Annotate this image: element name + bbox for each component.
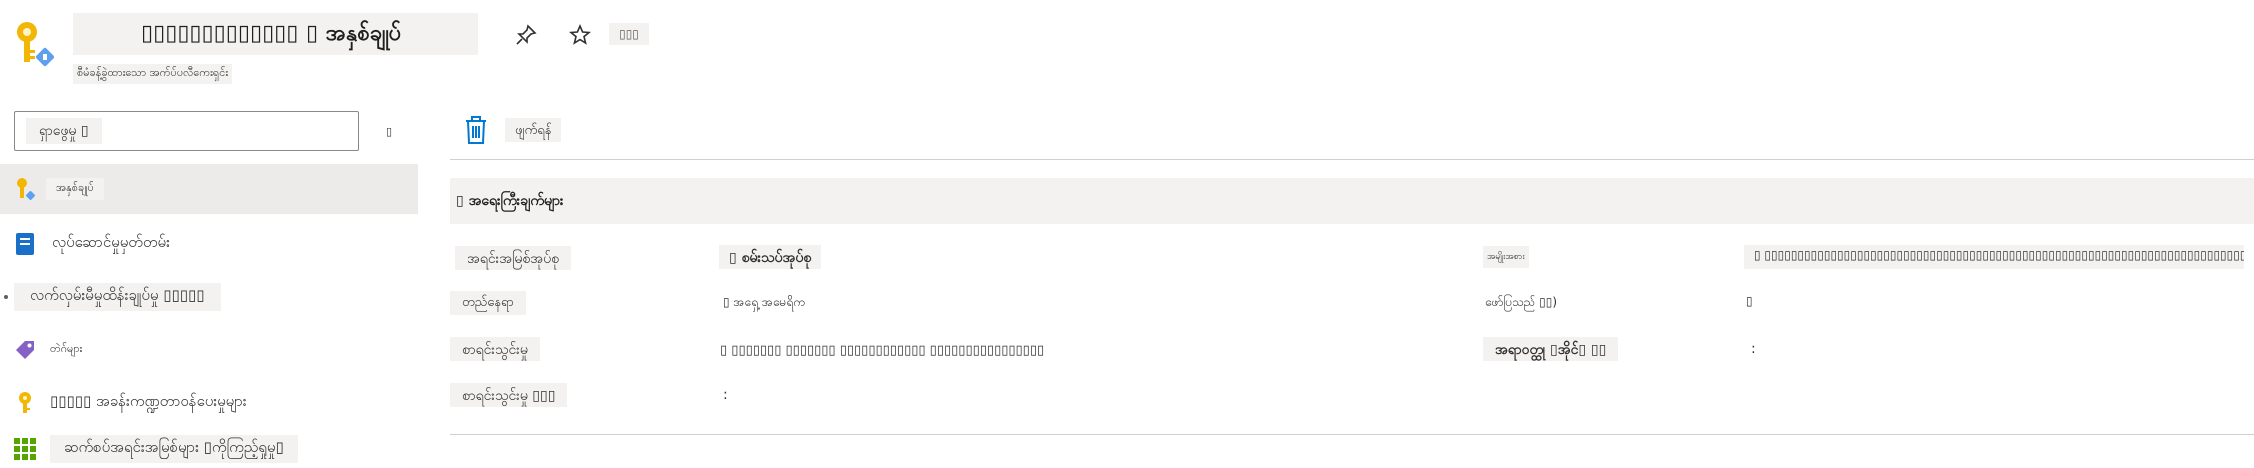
- property-value-object-id: :: [1751, 341, 1756, 357]
- managed-app-logo-icon: [12, 20, 55, 68]
- essentials-section-header[interactable]: ▯ အရေးကြီးချက်များ: [450, 178, 2254, 224]
- property-value-subscription-id: :: [723, 387, 728, 403]
- sidebar-item-role-assignments[interactable]: ▯▯▯▯▯ အခန်းကဏ္ဍတာဝန်ပေးမှုများ: [0, 378, 418, 428]
- sidebar-item-overview[interactable]: အနှစ်ချုပ်: [0, 164, 418, 214]
- sidebar-item-access-control[interactable]: လက်လှမ်းမီမှုထိန်းချုပ်မှု ▯▯▯▯▯: [0, 272, 418, 322]
- property-label-object-id: အရာဝတ္ထု ▯အိုင်▯ ▯▯: [1483, 337, 1619, 361]
- property-value-description: ▯: [1746, 294, 1753, 308]
- sidebar-item-related-resources[interactable]: ဆက်စပ်အရင်းအမြစ်များ ▯ကိုကြည့်ရှုမှု▯: [0, 430, 418, 468]
- page-subtitle: စီမံခန့်ခွဲထားသော အက်ပ်ပလီကေးရှင်း: [73, 64, 233, 84]
- search-placeholder: ရှာဖွေမှု ▯: [26, 118, 102, 144]
- search-input[interactable]: ရှာဖွေမှု ▯: [14, 111, 359, 151]
- more-button[interactable]: ▯▯▯: [609, 23, 649, 45]
- page-title: ▯▯▯▯▯▯▯▯▯▯▯▯▯ ▯ အနှစ်ချုပ်: [73, 13, 478, 55]
- property-value-subscription[interactable]: ▯ ▯▯▯▯▯▯▯ ▯▯▯▯▯▯▯ ▯▯▯▯▯▯▯▯▯▯▯▯ ▯▯▯▯▯▯▯▯▯…: [720, 343, 1044, 358]
- sidebar-item-label: လက်လှမ်းမီမှုထိန်းချုပ်မှု ▯▯▯▯▯: [14, 283, 221, 311]
- property-label-subscription: စာရင်းသွင်းမှု: [450, 337, 540, 361]
- pin-icon[interactable]: [509, 18, 543, 52]
- grid-icon: [12, 436, 38, 462]
- sidebar-item-label: အနှစ်ချုပ်: [46, 178, 104, 200]
- property-label-type: အမျိုးအစား: [1483, 246, 1529, 268]
- sidebar-item-label: ဆက်စပ်အရင်းအမြစ်များ ▯ကိုကြည့်ရှုမှု▯: [50, 435, 298, 463]
- tag-icon: [12, 337, 38, 363]
- sidebar-item-tags[interactable]: တဲဂ်များ: [0, 325, 418, 375]
- property-value-resource-group[interactable]: ▯ စမ်းသပ်အုပ်စု: [719, 245, 822, 269]
- activity-log-icon: [12, 231, 38, 257]
- command-bar-divider: [450, 159, 2254, 160]
- essentials-bottom-divider: [450, 434, 2254, 435]
- delete-button[interactable]: ဖျက်ရန်: [505, 118, 562, 142]
- property-label-subscription-id: စာရင်းသွင်းမှု ▯▯▯: [450, 383, 568, 407]
- property-label-location: တည်နေရာ: [450, 291, 526, 315]
- overview-icon: [12, 176, 38, 202]
- delete-icon[interactable]: [462, 114, 490, 146]
- property-value-type: ▯ ▯▯▯▯▯▯▯▯▯▯▯▯▯▯▯▯▯▯▯▯▯▯▯▯▯▯▯▯▯▯▯▯▯▯▯▯▯▯…: [1744, 245, 2244, 269]
- sidebar-item-label: လုပ်ဆောင်မှုမှတ်တမ်း: [52, 233, 170, 251]
- property-label-description: ဖော်ပြသည် ▯▯): [1485, 295, 1558, 309]
- property-label-resource-group: အရင်းအမြစ်အုပ်စု: [455, 246, 571, 270]
- sidebar-item-label: ▯▯▯▯▯ အခန်းကဏ္ဍတာဝန်ပေးမှုများ: [50, 392, 247, 410]
- collapse-nav-button[interactable]: ▯: [380, 122, 398, 140]
- property-value-location: ▯ အရှေ့ အမေရိက: [723, 295, 805, 309]
- sidebar-item-label: တဲဂ်များ: [50, 342, 83, 355]
- access-control-icon: [0, 284, 12, 310]
- key-icon: [12, 390, 38, 416]
- sidebar-item-activity-log[interactable]: လုပ်ဆောင်မှုမှတ်တမ်း: [0, 219, 418, 269]
- star-icon[interactable]: [563, 18, 597, 52]
